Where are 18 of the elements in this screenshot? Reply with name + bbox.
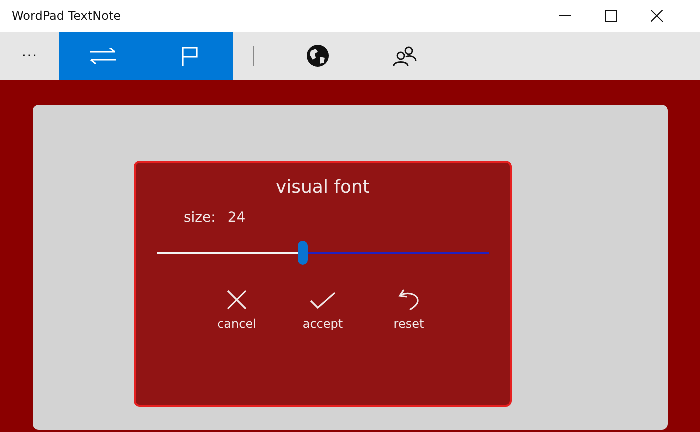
accept-button[interactable]: accept <box>290 289 356 331</box>
dialog-title: visual font <box>276 177 370 198</box>
undo-icon <box>398 289 420 311</box>
people-icon <box>392 46 416 66</box>
globe-icon <box>306 44 330 68</box>
swap-arrows-icon <box>88 48 116 64</box>
close-icon <box>651 10 663 22</box>
maximize-icon <box>605 10 617 22</box>
slider-thumb[interactable] <box>298 241 308 265</box>
close-icon <box>226 289 248 311</box>
size-value: 24 <box>228 210 246 226</box>
window-title: WordPad TextNote <box>12 9 122 23</box>
minimize-icon <box>559 15 571 17</box>
cancel-button[interactable]: cancel <box>204 289 270 331</box>
flag-icon <box>180 46 200 66</box>
size-label: size: <box>184 210 216 226</box>
more-button[interactable]: ··· <box>0 32 59 80</box>
reset-button[interactable]: reset <box>376 289 442 331</box>
